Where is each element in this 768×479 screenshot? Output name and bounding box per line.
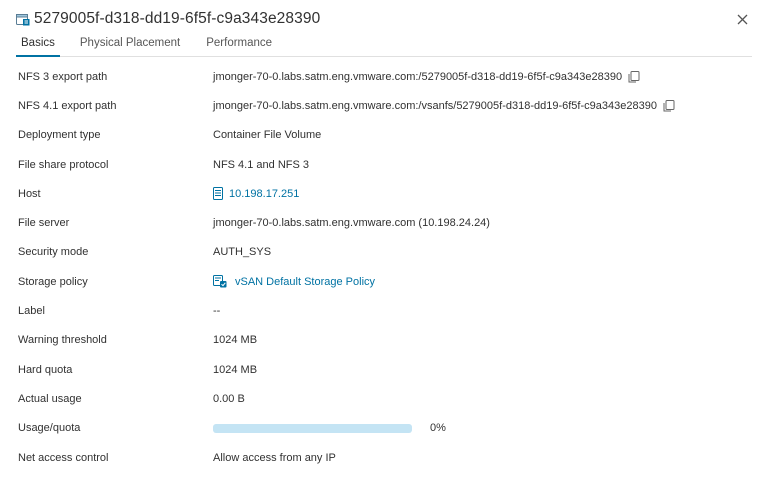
- file-share-protocol-label: File share protocol: [18, 158, 109, 171]
- warning-threshold-value: 1024 MB: [213, 334, 258, 347]
- deployment-type-label: Deployment type: [18, 129, 101, 142]
- net-access-control-value: Allow access from any IP: [213, 451, 336, 464]
- row-security-mode: Security mode AUTH_SYS: [0, 238, 768, 267]
- row-actual-usage: Actual usage 0.00 B: [0, 384, 768, 413]
- label-value: --: [213, 305, 221, 318]
- hard-quota-value: 1024 MB: [213, 363, 258, 376]
- storage-policy-value: vSAN Default Storage Policy: [213, 275, 375, 288]
- file-share-icon: [16, 12, 30, 26]
- host-value: 10.198.17.251: [213, 187, 299, 201]
- copy-icon[interactable]: [663, 99, 675, 112]
- row-file-server: File server jmonger-70-0.labs.satm.eng.v…: [0, 208, 768, 237]
- close-icon: [737, 14, 747, 24]
- net-access-control-label: Net access control: [18, 451, 109, 464]
- hard-quota-label: Hard quota: [18, 363, 73, 376]
- security-mode-value: AUTH_SYS: [213, 246, 272, 259]
- usage-progress-bar: [213, 423, 412, 433]
- row-warning-threshold: Warning threshold 1024 MB: [0, 326, 768, 355]
- properties-list: NFS 3 export path jmonger-70-0.labs.satm…: [0, 62, 768, 472]
- row-nfs41-export-path: NFS 4.1 export path jmonger-70-0.labs.sa…: [0, 91, 768, 120]
- nfs3-export-path-value: jmonger-70-0.labs.satm.eng.vmware.com:/5…: [213, 70, 640, 83]
- close-button[interactable]: [734, 11, 750, 27]
- copy-icon[interactable]: [628, 70, 640, 83]
- row-net-access-control: Net access control Allow access from any…: [0, 443, 768, 472]
- actual-usage-value: 0.00 B: [213, 392, 245, 405]
- row-deployment-type: Deployment type Container File Volume: [0, 121, 768, 150]
- nfs3-export-path-text: jmonger-70-0.labs.satm.eng.vmware.com:/5…: [213, 70, 623, 83]
- tab-basics[interactable]: Basics: [16, 33, 60, 57]
- row-file-share-protocol: File share protocol NFS 4.1 and NFS 3: [0, 150, 768, 179]
- host-icon: [213, 187, 223, 201]
- usage-quota-label: Usage/quota: [18, 422, 81, 435]
- label-label: Label: [18, 305, 45, 318]
- row-host: Host 10.198.17.251: [0, 179, 768, 208]
- row-hard-quota: Hard quota 1024 MB: [0, 355, 768, 384]
- file-server-value: jmonger-70-0.labs.satm.eng.vmware.com (1…: [213, 217, 490, 230]
- storage-policy-label: Storage policy: [18, 275, 88, 288]
- usage-percent-text: 0%: [430, 422, 446, 435]
- row-usage-quota: Usage/quota 0%: [0, 414, 768, 443]
- usage-quota-value: 0%: [213, 422, 446, 434]
- nfs41-export-path-label: NFS 4.1 export path: [18, 99, 117, 112]
- actual-usage-label: Actual usage: [18, 392, 82, 405]
- row-nfs3-export-path: NFS 3 export path jmonger-70-0.labs.satm…: [0, 62, 768, 91]
- host-label: Host: [18, 187, 41, 200]
- nfs3-export-path-label: NFS 3 export path: [18, 70, 108, 83]
- warning-threshold-label: Warning threshold: [18, 334, 107, 347]
- nfs41-export-path-value: jmonger-70-0.labs.satm.eng.vmware.com:/v…: [213, 99, 675, 112]
- tab-physical-placement[interactable]: Physical Placement: [80, 33, 180, 57]
- row-storage-policy: Storage policy vSAN Default Storage Poli…: [0, 267, 768, 296]
- tab-bar: Basics Physical Placement Performance: [16, 33, 752, 57]
- dialog-header: 5279005f-d318-dd19-6f5f-c9a343e28390: [16, 8, 752, 30]
- storage-policy-link[interactable]: vSAN Default Storage Policy: [235, 276, 375, 288]
- dialog-title: 5279005f-d318-dd19-6f5f-c9a343e28390: [34, 10, 321, 27]
- row-label: Label --: [0, 296, 768, 325]
- deployment-type-value: Container File Volume: [213, 129, 322, 142]
- host-link[interactable]: 10.198.17.251: [229, 188, 299, 200]
- nfs41-export-path-text: jmonger-70-0.labs.satm.eng.vmware.com:/v…: [213, 99, 657, 112]
- file-share-details-dialog: 5279005f-d318-dd19-6f5f-c9a343e28390 Bas…: [0, 0, 768, 479]
- tab-performance[interactable]: Performance: [206, 33, 272, 57]
- security-mode-label: Security mode: [18, 246, 89, 259]
- file-share-protocol-value: NFS 4.1 and NFS 3: [213, 158, 309, 171]
- file-server-label: File server: [18, 217, 70, 230]
- storage-policy-icon: [213, 275, 227, 288]
